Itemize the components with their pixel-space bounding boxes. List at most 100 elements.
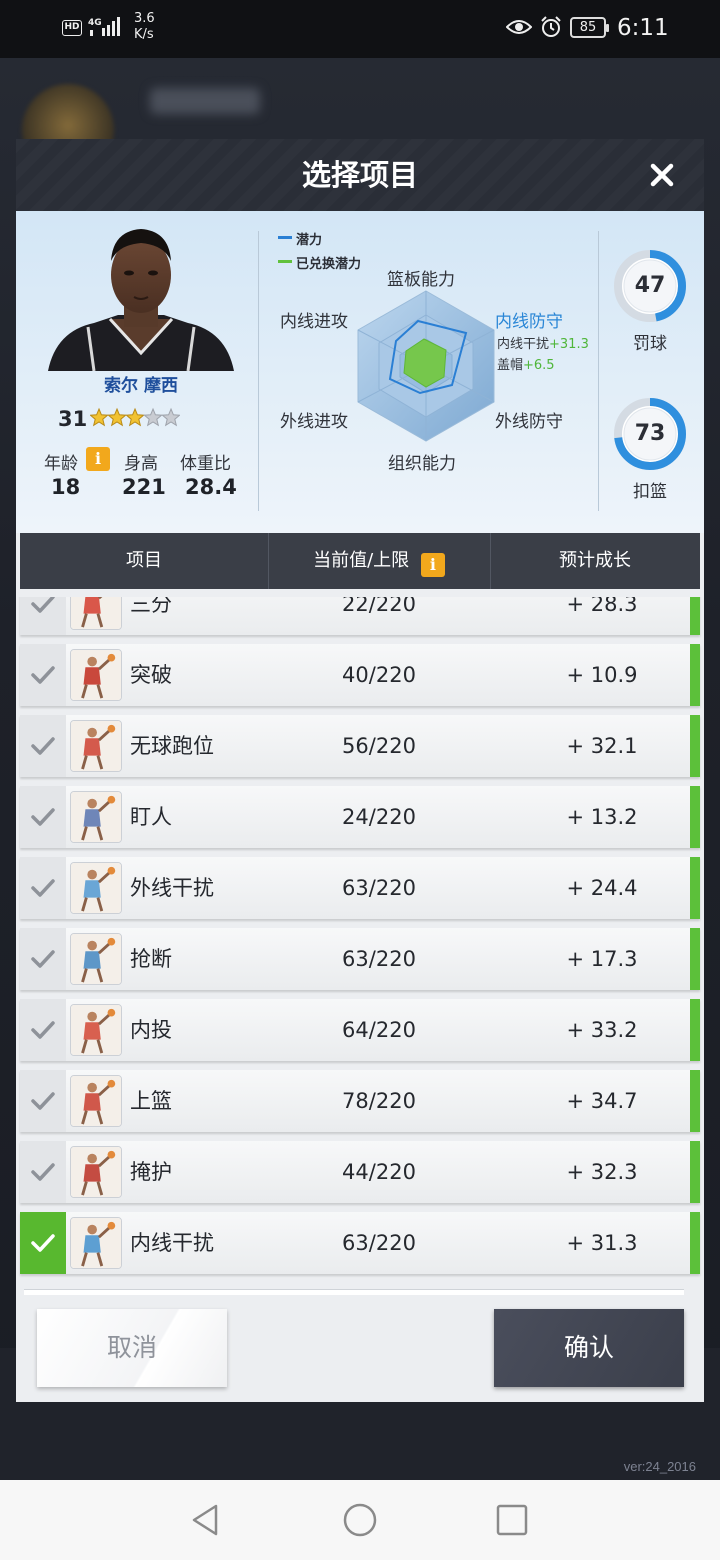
network-type: 4G (88, 18, 102, 28)
clock: 6:11 (617, 15, 669, 41)
player-info-panel: 索尔 摩西 31 年龄 i 18 身高 221 体重比 28.4 潜力 已兑换潜… (16, 211, 704, 533)
row-checkbox[interactable] (20, 1070, 66, 1132)
row-checkbox[interactable] (20, 1141, 66, 1203)
sub-stat-plus: +31.3 (549, 337, 589, 352)
star-empty-icon (161, 407, 180, 427)
skill-thumbnail-icon (70, 1217, 122, 1269)
row-checkbox[interactable] (20, 999, 66, 1061)
row-checkbox[interactable] (20, 928, 66, 990)
item-list[interactable]: 三分 22/220 + 28.3 突破 40/220 + 10.9 无球跑位 56/220 + … (16, 597, 704, 1285)
row-checkbox[interactable] (20, 857, 66, 919)
confirm-button[interactable]: 确认 (494, 1309, 684, 1387)
alarm-icon (541, 16, 561, 37)
row-accent-bar (690, 857, 700, 919)
expected-growth: + 13.2 (566, 805, 638, 829)
info-icon[interactable]: i (86, 447, 110, 471)
weight-ratio-value: 28.4 (185, 475, 237, 499)
check-icon (31, 808, 55, 826)
skill-name: 掩护 (130, 1160, 172, 1184)
current-value: 63/220 (342, 947, 416, 971)
table-row[interactable]: 无球跑位 56/220 + 32.1 (20, 715, 700, 777)
column-header-item: 项目 (126, 550, 162, 571)
skill-name: 内线干扰 (130, 1231, 214, 1255)
row-checkbox[interactable] (20, 786, 66, 848)
current-value: 24/220 (342, 805, 416, 829)
home-icon[interactable] (342, 1502, 378, 1538)
sub-stat-label: 内线干扰 (497, 337, 550, 352)
skill-thumbnail-icon (70, 862, 122, 914)
close-icon[interactable] (642, 155, 682, 195)
current-value: 44/220 (342, 1160, 416, 1184)
dunk-value: 73 (634, 421, 666, 446)
check-icon (31, 1092, 55, 1110)
table-header: 项目 当前值/上限 i 预计成长 (20, 533, 700, 589)
network-speed: 3.6 K/s (134, 11, 155, 43)
player-rating: 31 (58, 407, 88, 431)
select-item-dialog: 选择项目 索尔 摩西 31 年龄 i 18 身高 221 体重比 28.4 潜力… (16, 139, 704, 1402)
recents-icon[interactable] (494, 1502, 530, 1538)
table-row[interactable]: 抢断 63/220 + 17.3 (20, 928, 700, 990)
row-accent-bar (690, 1212, 700, 1274)
skill-thumbnail-icon (70, 1004, 122, 1056)
system-nav-bar (0, 1480, 720, 1560)
table-row[interactable]: 外线干扰 63/220 + 24.4 (20, 857, 700, 919)
row-accent-bar (690, 1070, 700, 1132)
table-row[interactable]: 上篮 78/220 + 34.7 (20, 1070, 700, 1132)
check-icon (31, 666, 55, 684)
check-icon (31, 950, 55, 968)
skill-thumbnail-icon (70, 649, 122, 701)
star-filled-icon (125, 407, 145, 427)
radar-chart (357, 290, 495, 442)
radar-label-playmaking: 组织能力 (388, 454, 456, 474)
current-value: 63/220 (342, 876, 416, 900)
eye-comfort-icon (506, 20, 532, 34)
list-bottom-edge (24, 1289, 684, 1295)
table-row[interactable]: 内线干扰 63/220 + 31.3 (20, 1212, 700, 1274)
expected-growth: + 32.3 (566, 1160, 638, 1184)
row-accent-bar (690, 786, 700, 848)
star-filled-icon (107, 407, 127, 427)
table-row[interactable]: 盯人 24/220 + 13.2 (20, 786, 700, 848)
row-checkbox[interactable] (20, 597, 66, 635)
check-icon (31, 1234, 55, 1252)
dialog-header: 选择项目 (16, 139, 704, 211)
current-value: 78/220 (342, 1089, 416, 1113)
cancel-button[interactable]: 取消 (37, 1309, 227, 1387)
divider (598, 231, 599, 511)
skill-thumbnail-icon (70, 720, 122, 772)
sub-stat-label: 盖帽 (497, 358, 524, 373)
row-checkbox[interactable] (20, 1212, 66, 1274)
check-icon (31, 1021, 55, 1039)
current-value: 40/220 (342, 663, 416, 687)
sub-stat-block: 盖帽+6.5 (497, 354, 555, 373)
row-checkbox[interactable] (20, 644, 66, 706)
row-accent-bar (690, 1141, 700, 1203)
skill-name: 突破 (130, 663, 172, 687)
column-header-current-text: 当前值/上限 (313, 550, 410, 571)
table-row[interactable]: 内投 64/220 + 33.2 (20, 999, 700, 1061)
dialog-title: 选择项目 (301, 158, 418, 192)
skill-name: 三分 (130, 597, 172, 616)
expected-growth: + 10.9 (566, 663, 638, 687)
check-icon (31, 597, 55, 613)
player-portrait (48, 229, 234, 371)
skill-thumbnail-icon (70, 791, 122, 843)
star-rating (90, 407, 180, 427)
radar-label-inside-offense: 内线进攻 (280, 312, 348, 332)
info-icon[interactable]: i (420, 553, 445, 577)
table-row[interactable]: 突破 40/220 + 10.9 (20, 644, 700, 706)
radar-label-inside-defense: 内线防守 (495, 312, 563, 332)
skill-name: 盯人 (130, 805, 172, 829)
check-icon (31, 737, 55, 755)
skill-name: 无球跑位 (130, 734, 214, 758)
row-checkbox[interactable] (20, 715, 66, 777)
back-icon[interactable] (188, 1502, 224, 1538)
free-throw-label: 罚球 (633, 334, 667, 354)
legend-redeemed-potential: 已兑换潜力 (277, 253, 361, 272)
skill-name: 抢断 (130, 947, 172, 971)
background-name-blur (150, 88, 260, 114)
radar-label-outside-offense: 外线进攻 (280, 412, 348, 432)
table-row[interactable]: 掩护 44/220 + 32.3 (20, 1141, 700, 1203)
star-filled-icon (90, 407, 109, 427)
table-row[interactable]: 三分 22/220 + 28.3 (20, 597, 700, 635)
